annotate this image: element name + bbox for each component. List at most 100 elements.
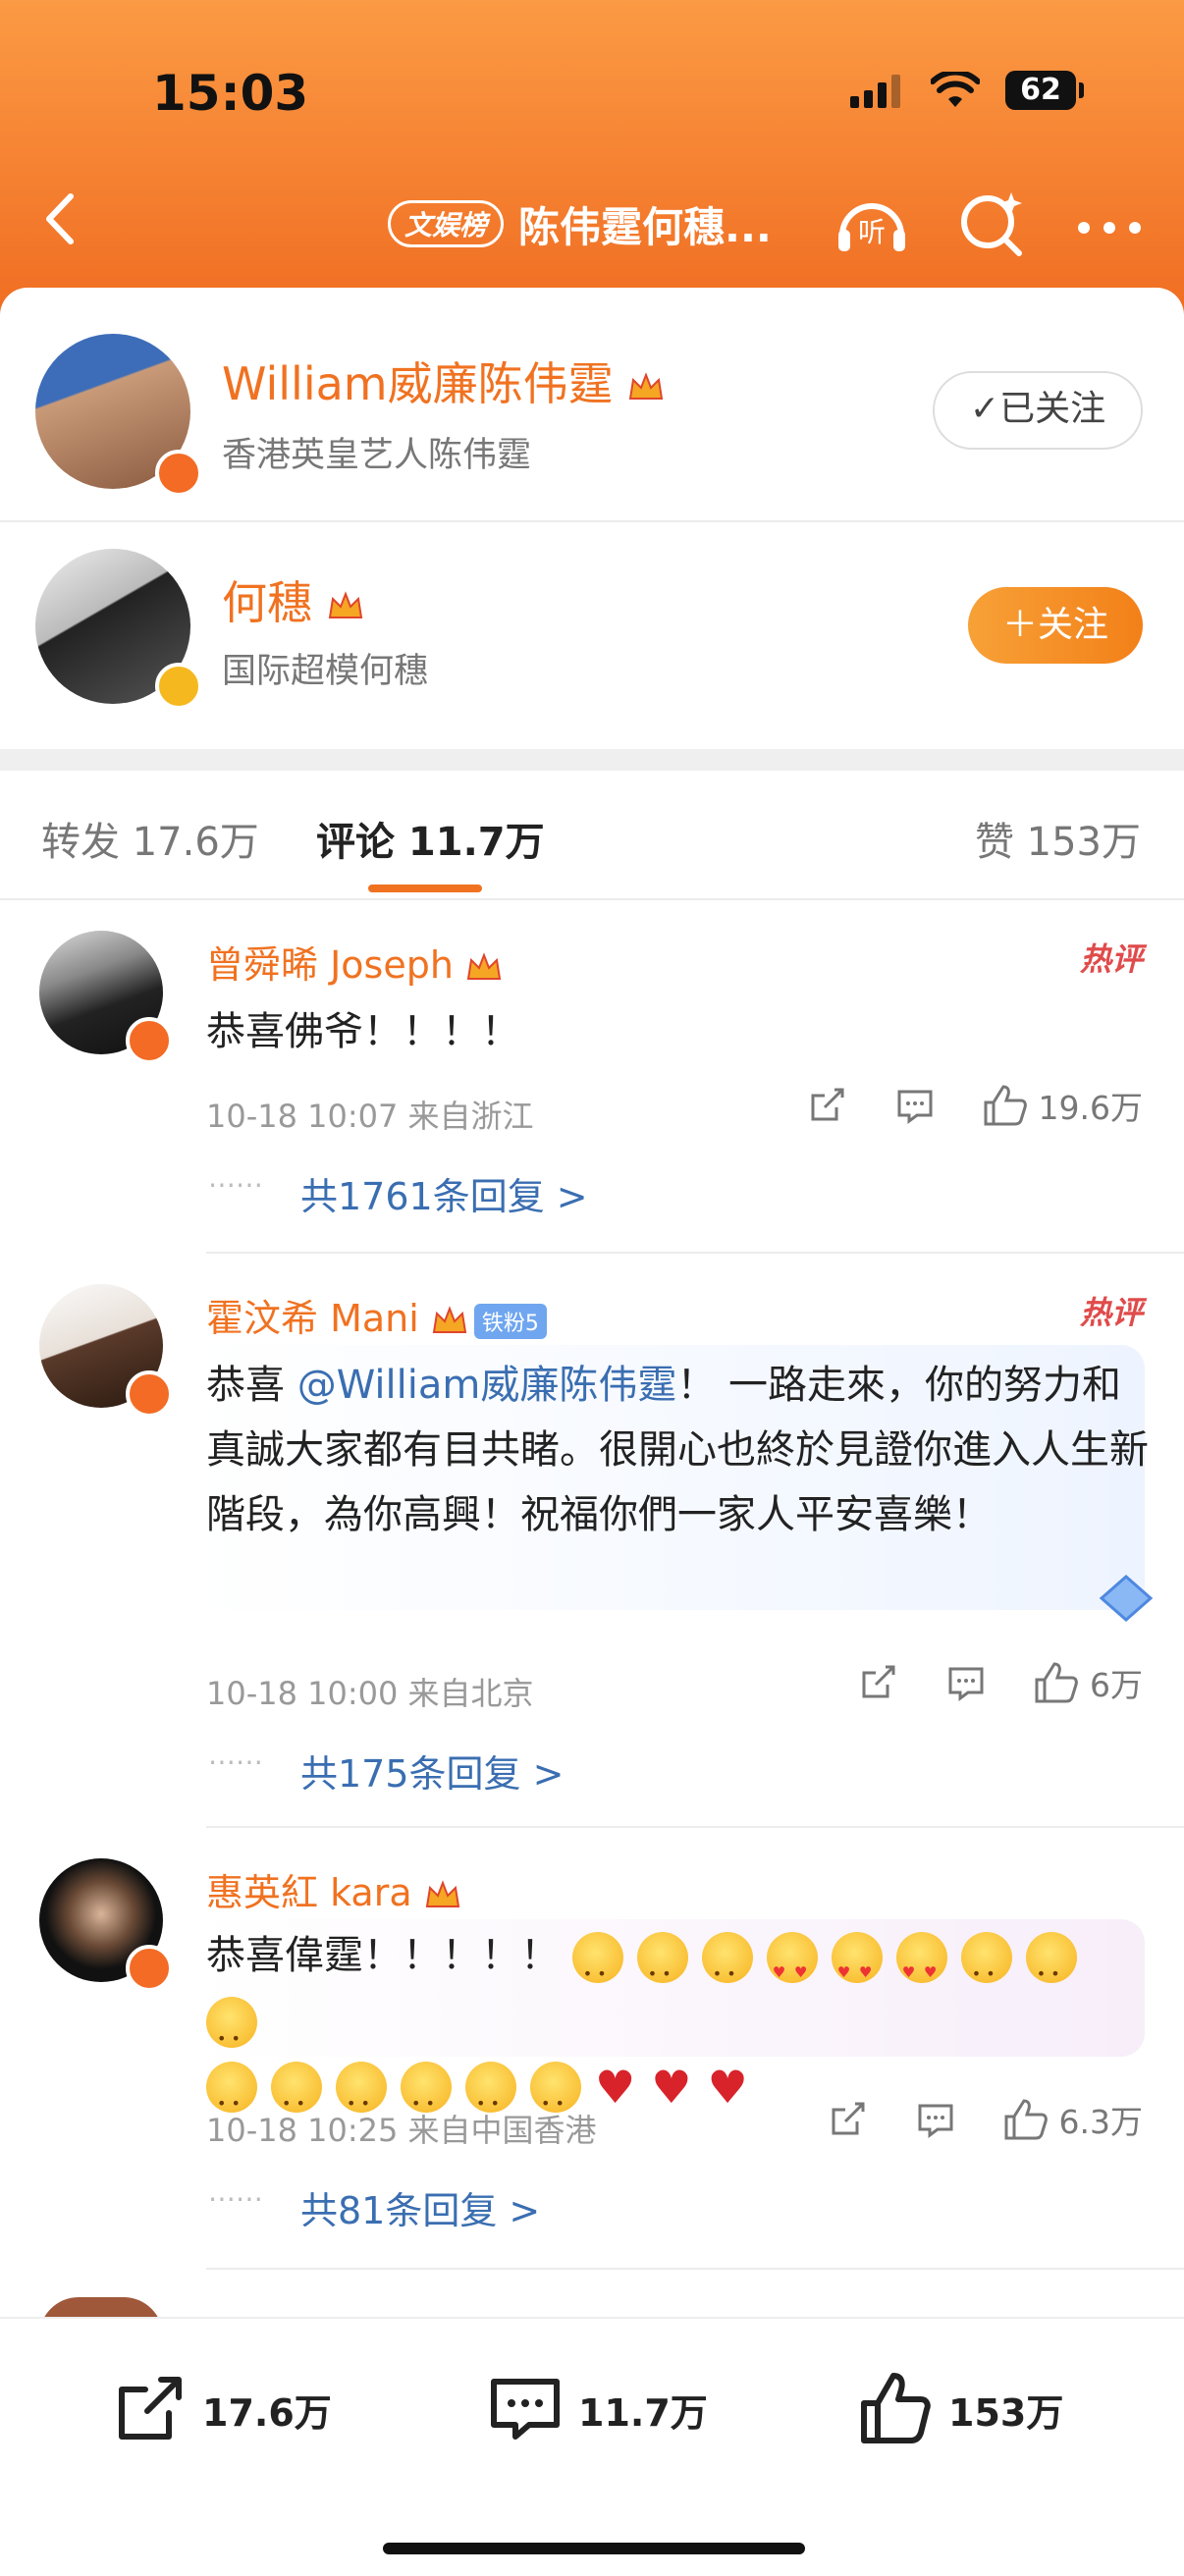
user-description: 国际超模何穗 [222,652,429,691]
reply-icon[interactable] [893,1084,937,1127]
verified-badge-icon [155,450,202,497]
bottom-action-bar: 17.6万 11.7万 153万 [0,2317,1184,2576]
view-replies-link[interactable]: 共1761条回复 > [300,1166,588,1220]
reply-dots: ⋯⋯ [208,1745,263,1778]
user-name[interactable]: William威廉陈伟霆 [222,349,665,413]
divider [206,2268,1184,2270]
divider [206,1252,1184,1254]
share-icon [119,2377,182,2440]
thumbs-up-icon [1004,2099,1048,2140]
status-icons: 62 [850,71,1084,110]
comment-text: 恭喜佛爷！！！！ [206,1009,520,1054]
section-gap [0,749,1184,771]
tab-bar: 转发 17.6万 评论 11.7万 赞 153万 [0,771,1184,898]
surprised-emoji-icon [636,1932,688,2007]
signal-icon [850,75,900,108]
comment-button[interactable]: 11.7万 [486,2370,708,2448]
wifi-icon [931,72,980,107]
follow-button[interactable]: ＋关注 [968,587,1143,664]
verified-badge-icon [126,1945,173,1992]
verified-badge-icon [126,1017,173,1064]
reply-dots: ⋯⋯ [208,2182,263,2215]
heart-eyes-emoji-icon [766,1932,818,2005]
home-indicator [383,2543,805,2554]
tab-likes[interactable]: 赞 153万 [975,810,1141,867]
fan-level-badge: 铁粉5 [473,1303,547,1339]
share-icon[interactable] [826,2098,869,2141]
page-title: 陈伟霆何穗... [518,203,772,251]
heart-icon: ♥ [707,2061,748,2114]
wow-emoji-icon [206,1997,257,2071]
crown-icon [629,371,664,400]
view-replies-link[interactable]: 共175条回复 > [300,1744,564,1798]
reply-icon[interactable] [914,2098,957,2141]
back-icon[interactable] [29,185,98,253]
comment-text: 恭喜 @William威廉陈伟霆！ 一路走來，你的努力和真誠大家都有目共睹。很開… [206,1363,1149,1537]
share-icon[interactable] [856,1661,899,1704]
verified-badge-icon [155,663,202,710]
user-row-hesui[interactable]: 何穗 国际超模何穗 ＋关注 [0,523,1184,741]
commenter-name[interactable]: 曾舜晞 Joseph [206,935,503,989]
listen-icon[interactable]: 听 [833,185,911,263]
comment-actions: 6.3万 [826,2096,1143,2143]
comment-actions: 6万 [856,1659,1143,1706]
divider [206,1826,1184,1828]
diamond-icon [1099,1575,1154,1622]
repost-button[interactable]: 17.6万 [110,2370,332,2448]
search-icon[interactable] [952,185,1031,263]
heart-eyes-emoji-icon [895,1932,947,2005]
hot-comment-badge: 热评 [1079,940,1143,978]
like-button[interactable]: 6.3万 [1002,2096,1143,2143]
heart-icon: ♥ [595,2061,636,2114]
comment-meta: 10-18 10:25 来自中国香港 [206,2112,597,2149]
like-count: 153万 [948,2390,1064,2435]
listen-label: 听 [858,216,886,248]
crown-icon [425,1879,459,1907]
user-name[interactable]: 何穗 [222,567,364,632]
like-button[interactable]: 153万 [856,2370,1063,2448]
hot-comment-badge: 热评 [1079,1294,1143,1331]
tab-comments[interactable]: 评论 11.7万 [316,810,545,867]
header: 15:03 62 文娱榜 陈伟霆何穗... 听 [0,0,1184,314]
thumbs-up-icon [984,1085,1027,1126]
heart-icon: ♥ [651,2061,692,2114]
mention-link[interactable]: @William威廉陈伟霆 [297,1363,677,1408]
like-count: 19.6万 [1038,1089,1143,1127]
comment-meta: 10-18 10:07 来自浙江 [206,1098,534,1135]
crown-icon [432,1305,467,1333]
comment-icon [491,2379,560,2440]
crown-icon [466,951,502,980]
like-button[interactable]: 19.6万 [982,1082,1143,1129]
surprised-emoji-icon [571,1932,623,2007]
divider [0,898,1184,900]
surprised-emoji-icon [701,1932,753,2007]
comment-actions: 19.6万 [805,1082,1143,1129]
thumbs-up-icon [1035,1662,1078,1703]
thumbs-up-icon [861,2373,931,2443]
wow-emoji-icon [960,1932,1012,2007]
user-row-william[interactable]: William威廉陈伟霆 香港英皇艺人陈伟霆 ✓已关注 [0,288,1184,506]
user-description: 香港英皇艺人陈伟霆 [222,436,532,475]
ranking-badge[interactable]: 文娱榜 [388,200,505,247]
followed-button[interactable]: ✓已关注 [933,371,1143,450]
active-tab-indicator [368,885,482,892]
commenter-name[interactable]: 霍汶希 Mani 铁粉5 [206,1288,547,1342]
view-replies-link[interactable]: 共81条回复 > [300,2180,540,2234]
commenter-name[interactable]: 惠英紅 kara [206,1862,461,1916]
reply-icon[interactable] [944,1661,988,1704]
verified-badge-icon [126,1370,173,1418]
nav-bar: 文娱榜 陈伟霆何穗... 听 [0,177,1184,265]
repost-count: 17.6万 [202,2390,332,2435]
reply-dots: ⋯⋯ [208,1168,263,1201]
more-icon[interactable] [1070,185,1149,263]
comment-text: 恭喜偉霆！！！！！ ♥♥♥ [206,1923,1149,2136]
like-count: 6万 [1090,1666,1143,1704]
tab-repost[interactable]: 转发 17.6万 [41,810,259,867]
share-icon[interactable] [805,1084,848,1127]
divider [0,520,1184,522]
wow-emoji-icon [1025,1932,1077,2007]
like-button[interactable]: 6万 [1033,1659,1143,1706]
like-count: 6.3万 [1058,2103,1143,2141]
comment-count: 11.7万 [578,2390,708,2435]
heart-eyes-emoji-icon [831,1932,883,2005]
